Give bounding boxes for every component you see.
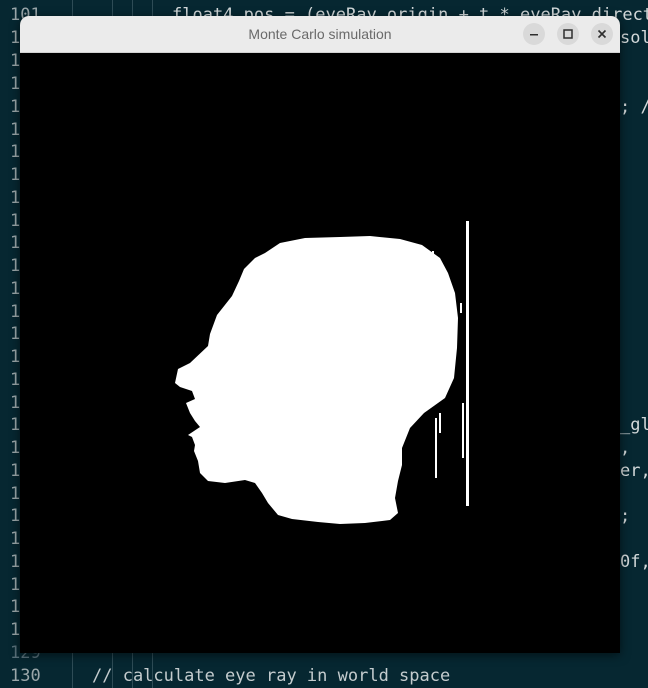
- line-number: 1: [10, 233, 21, 253]
- line-number: 1: [10, 506, 21, 526]
- line-number: 1: [10, 188, 21, 208]
- line-number: 1: [10, 51, 21, 71]
- code-fragment: ; /: [620, 97, 648, 117]
- minimize-button[interactable]: [523, 23, 545, 45]
- line-number: 1: [10, 529, 21, 549]
- artifact-line: [468, 229, 469, 239]
- artifact-line: [435, 418, 437, 478]
- maximize-button[interactable]: [557, 23, 579, 45]
- line-number: 1: [10, 97, 21, 117]
- simulation-window[interactable]: Monte Carlo simulation: [20, 16, 620, 653]
- code-comment-line: // calculate eye ray in world space: [92, 666, 451, 686]
- code-fragment: er,: [620, 461, 648, 481]
- line-number: 1: [10, 597, 21, 617]
- code-fragment: 0f,: [620, 552, 648, 572]
- line-number: 1: [10, 74, 21, 94]
- minimize-icon: [530, 34, 538, 36]
- line-number: 1: [10, 393, 21, 413]
- window-titlebar[interactable]: Monte Carlo simulation: [20, 16, 620, 53]
- code-fragment: sol: [620, 28, 648, 48]
- code-fragment: ;: [620, 506, 631, 526]
- maximize-icon: [563, 29, 573, 39]
- line-number: 1: [10, 324, 21, 344]
- code-fragment: _gl: [620, 415, 648, 435]
- line-number: 1: [10, 620, 21, 640]
- line-number: 1: [10, 120, 21, 140]
- artifact-line: [466, 483, 468, 505]
- line-number: 1: [10, 165, 21, 185]
- code-fragment: ,: [620, 438, 631, 458]
- line-number: 130: [10, 666, 41, 686]
- line-number: 1: [10, 256, 21, 276]
- artifact-line: [432, 251, 434, 296]
- line-number: 1: [10, 552, 21, 572]
- render-viewport[interactable]: [20, 53, 620, 653]
- line-number: 1: [10, 461, 21, 481]
- artifact-line: [460, 303, 462, 313]
- line-number: 1: [10, 28, 21, 48]
- line-number: 1: [10, 142, 21, 162]
- line-number: 1: [10, 347, 21, 367]
- line-number: 1: [10, 415, 21, 435]
- line-number: 1: [10, 438, 21, 458]
- head-silhouette-render: [175, 221, 469, 524]
- line-number: 1: [10, 302, 21, 322]
- artifact-line: [466, 221, 469, 506]
- close-button[interactable]: [591, 23, 613, 45]
- head-silhouette: [175, 236, 458, 524]
- artifact-line: [439, 413, 441, 433]
- line-number: 1: [10, 211, 21, 231]
- artifact-line: [462, 403, 464, 458]
- close-icon: [597, 29, 607, 39]
- line-number: 1: [10, 575, 21, 595]
- line-number: 1: [10, 484, 21, 504]
- line-number: 1: [10, 370, 21, 390]
- line-number: 1: [10, 279, 21, 299]
